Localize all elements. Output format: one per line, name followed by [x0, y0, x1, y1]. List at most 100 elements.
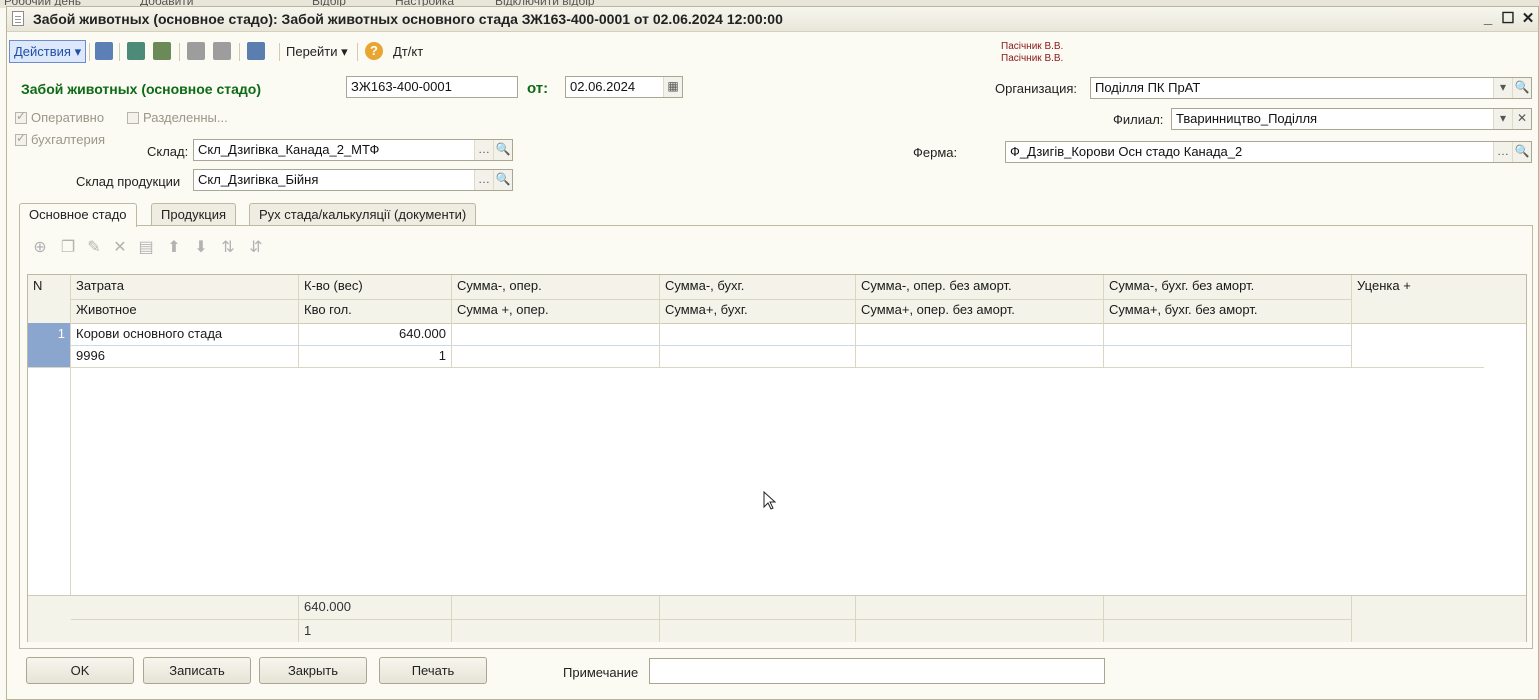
note-field[interactable]	[649, 658, 1105, 684]
sort-desc-icon[interactable]: ⇵	[247, 239, 265, 257]
accounting-checkbox[interactable]	[15, 131, 27, 146]
goto-menu-button[interactable]: Перейти ▾	[286, 44, 348, 60]
accounting-label: бухгалтерия	[31, 132, 106, 147]
close-window-button[interactable]: ✕	[1519, 10, 1537, 28]
select-icon[interactable]: …	[474, 140, 493, 160]
col-animal[interactable]: Животное	[71, 299, 299, 321]
user-line: Пасічник В.В.	[1001, 41, 1064, 52]
product-warehouse-field[interactable]: Скл_Дзигівка_Бійня … 🔍	[193, 169, 513, 191]
branch-field[interactable]: Тваринництво_Поділля ▾ ✕	[1171, 108, 1532, 130]
title-bar: Забой животных (основное стадо): Забой ж…	[7, 7, 1538, 32]
farm-value: Ф_Дзигів_Корови Осн стадо Канада_2	[1010, 144, 1243, 159]
col-sum-minus-oper[interactable]: Сумма-, опер.	[452, 275, 660, 297]
calendar-icon[interactable]: ▦	[663, 77, 682, 97]
delete-row-icon[interactable]: ✕	[111, 239, 129, 257]
col-sum-plus-oper[interactable]: Сумма +, опер.	[452, 299, 660, 321]
col-sum-minus-oper-noam[interactable]: Сумма-, опер. без аморт.	[856, 275, 1104, 297]
table-header: N Затрата К-во (вес) Сумма-, опер. Сумма…	[28, 275, 1526, 324]
heads-cell[interactable]: 1	[299, 345, 451, 367]
actions-menu-button[interactable]: Действия ▾	[9, 40, 87, 63]
note-label: Примечание	[563, 665, 639, 680]
warehouse-value: Скл_Дзигівка_Канада_2_МТФ	[198, 142, 380, 157]
end-edit-icon[interactable]: ▤	[137, 239, 155, 257]
based-on-icon[interactable]	[247, 42, 265, 60]
help-icon[interactable]: ?	[365, 42, 383, 60]
org-field[interactable]: Поділля ПК ПрАТ ▾ 🔍	[1090, 77, 1532, 99]
row-number: 1	[57, 326, 65, 341]
from-label: от:	[527, 80, 549, 97]
tab-main-herd[interactable]: Основное стадо	[19, 203, 137, 227]
minimize-button[interactable]: _	[1479, 10, 1497, 28]
operative-checkbox[interactable]	[15, 109, 27, 124]
edit-row-icon[interactable]: ✎	[85, 239, 103, 257]
select-icon[interactable]: …	[474, 170, 493, 190]
col-markdown[interactable]: Уценка +	[1352, 275, 1526, 297]
sort-asc-icon[interactable]: ⇅	[219, 239, 237, 257]
document-icon	[12, 11, 24, 26]
branch-value: Тваринництво_Поділля	[1176, 111, 1318, 126]
col-qty[interactable]: К-во (вес)	[299, 275, 452, 297]
date-field[interactable]: 02.06.2024 ▦	[565, 76, 683, 98]
cost-cell[interactable]: Корови основного стада	[71, 323, 298, 345]
col-sum-plus-oper-noam[interactable]: Сумма+, опер. без аморт.	[856, 299, 1104, 321]
search-icon[interactable]: 🔍	[493, 170, 512, 190]
move-up-icon[interactable]: ⬆	[165, 239, 183, 257]
org-label: Организация:	[995, 81, 1078, 96]
branch-label: Филиал:	[1113, 112, 1164, 127]
animal-cell[interactable]: 9996	[71, 345, 298, 367]
tab-products[interactable]: Продукция	[151, 203, 237, 226]
copy-row-icon[interactable]: ❐	[59, 239, 77, 257]
print-button[interactable]: Печать	[379, 657, 487, 684]
window-title: Забой животных (основное стадо): Забой ж…	[33, 11, 783, 27]
table-footer: 640.000 1	[28, 595, 1526, 642]
col-sum-plus-acc[interactable]: Сумма+, бухг.	[660, 299, 856, 321]
operative-label: Оперативно	[31, 110, 105, 125]
qty-cell[interactable]: 640.000	[299, 323, 451, 345]
clear-icon[interactable]: ✕	[1512, 109, 1531, 129]
tab-herd-movement[interactable]: Рух стада/калькуляції (документи)	[249, 203, 477, 226]
user-info: Пасічник В.В. Пасічник В.В.	[1001, 41, 1063, 65]
dtkt-button[interactable]: Дт/кт	[393, 44, 423, 59]
close-button[interactable]: Закрыть	[259, 657, 367, 684]
save-button[interactable]: Записать	[143, 657, 251, 684]
col-sum-minus-acc-noam[interactable]: Сумма-, бухг. без аморт.	[1104, 275, 1352, 297]
dropdown-icon[interactable]: ▾	[1493, 109, 1512, 129]
date-value: 02.06.2024	[570, 79, 636, 94]
table-grid: N Затрата К-во (вес) Сумма-, опер. Сумма…	[27, 274, 1527, 642]
col-n[interactable]: N	[28, 275, 70, 297]
total-qty: 640.000	[304, 599, 351, 614]
dropdown-icon[interactable]: ▾	[1493, 78, 1512, 98]
col-sum-plus-acc-noam[interactable]: Сумма+, бухг. без аморт.	[1104, 299, 1352, 321]
document-window: Забой животных (основное стадо): Забой ж…	[6, 6, 1539, 700]
search-icon[interactable]: 🔍	[1512, 78, 1531, 98]
unpost-icon[interactable]	[213, 42, 231, 60]
search-icon[interactable]: 🔍	[493, 140, 512, 160]
col-heads[interactable]: Кво гол.	[299, 299, 452, 321]
col-cost[interactable]: Затрата	[71, 275, 299, 297]
product-warehouse-label: Склад продукции	[76, 174, 181, 189]
ok-button[interactable]: OK	[26, 657, 134, 684]
org-value: Поділля ПК ПрАТ	[1095, 80, 1201, 95]
copy-icon[interactable]	[153, 42, 171, 60]
row-selector[interactable]: 1	[28, 323, 70, 367]
move-down-icon[interactable]: ⬇	[192, 239, 210, 257]
warehouse-label: Склад:	[147, 144, 189, 159]
total-heads: 1	[304, 623, 312, 638]
warehouse-field[interactable]: Скл_Дзигівка_Канада_2_МТФ … 🔍	[193, 139, 513, 161]
doc-number-field[interactable]: ЗЖ163-400-0001	[346, 76, 518, 98]
doc-type-label: Забой животных (основное стадо)	[21, 81, 261, 97]
maximize-button[interactable]: ☐	[1499, 10, 1517, 28]
refresh-icon[interactable]	[127, 42, 145, 60]
add-row-icon[interactable]: ⊕	[31, 239, 49, 257]
search-icon[interactable]: 🔍	[1512, 142, 1531, 162]
user-line: Пасічник В.В.	[1001, 53, 1064, 64]
mouse-cursor-icon	[763, 491, 777, 510]
select-icon[interactable]: …	[1493, 142, 1512, 162]
post-icon[interactable]	[187, 42, 205, 60]
farm-field[interactable]: Ф_Дзигів_Корови Осн стадо Канада_2 … 🔍	[1005, 141, 1532, 163]
save-close-icon[interactable]	[95, 42, 113, 60]
col-sum-minus-acc[interactable]: Сумма-, бухг.	[660, 275, 856, 297]
farm-label: Ферма:	[913, 145, 958, 160]
split-label: Разделенны...	[143, 110, 228, 125]
split-checkbox[interactable]	[127, 112, 139, 124]
